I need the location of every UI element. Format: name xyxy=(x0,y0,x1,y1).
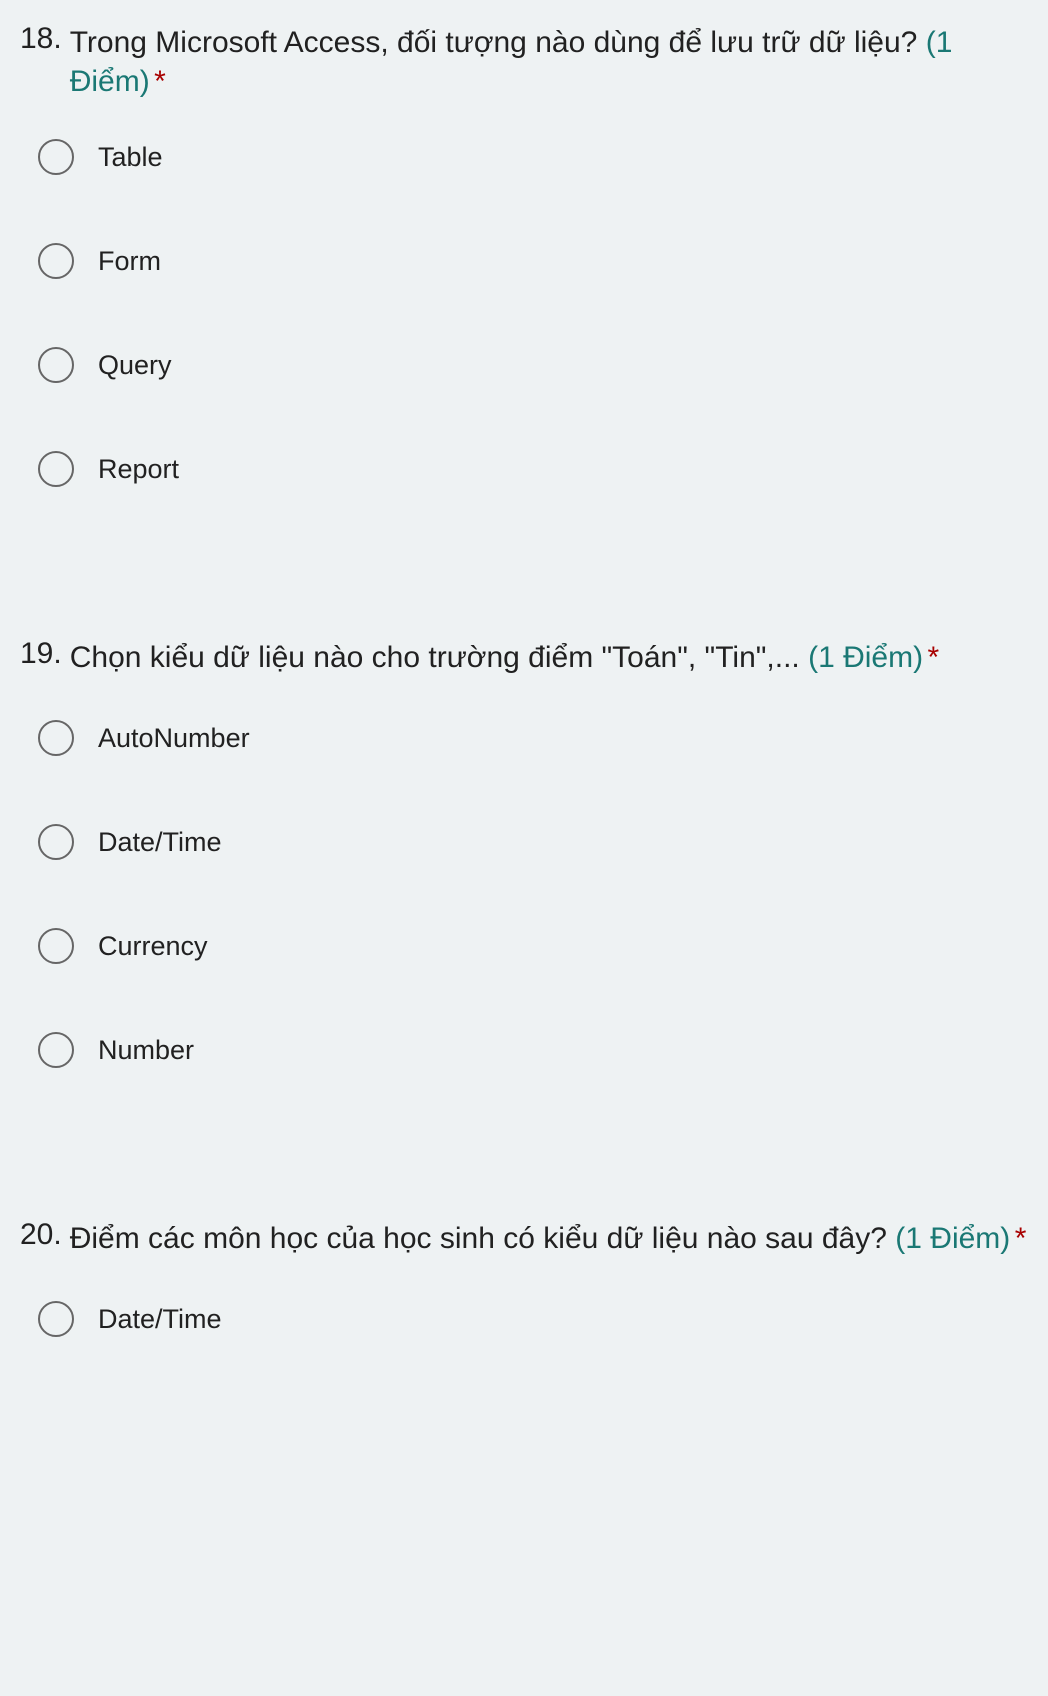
option-item[interactable]: AutoNumber xyxy=(38,720,1028,756)
required-marker: * xyxy=(154,65,166,98)
radio-button[interactable] xyxy=(38,347,74,383)
question-text-container: Trong Microsoft Access, đối tượng nào dù… xyxy=(70,20,1028,99)
option-item[interactable]: Report xyxy=(38,451,1028,487)
option-label: Form xyxy=(98,246,161,277)
points-text: (1 Điểm) xyxy=(895,1222,1010,1255)
radio-button[interactable] xyxy=(38,928,74,964)
radio-button[interactable] xyxy=(38,824,74,860)
radio-button[interactable] xyxy=(38,139,74,175)
question-text: Trong Microsoft Access, đối tượng nào dù… xyxy=(70,26,926,59)
option-label: Report xyxy=(98,454,179,485)
points-text: (1 Điểm) xyxy=(808,641,923,674)
question-number: 18. xyxy=(20,20,62,56)
option-label: Number xyxy=(98,1035,194,1066)
question-text-container: Chọn kiểu dữ liệu nào cho trường điểm "T… xyxy=(70,635,1028,680)
option-label: Currency xyxy=(98,931,208,962)
question-text-container: Điểm các môn học của học sinh có kiểu dữ… xyxy=(70,1216,1028,1261)
option-label: Table xyxy=(98,142,163,173)
option-item[interactable]: Number xyxy=(38,1032,1028,1068)
radio-button[interactable] xyxy=(38,1032,74,1068)
option-label: Query xyxy=(98,350,172,381)
required-marker: * xyxy=(1015,1222,1027,1255)
radio-button[interactable] xyxy=(38,451,74,487)
question-text: Điểm các môn học của học sinh có kiểu dữ… xyxy=(70,1222,896,1255)
question-18: 18. Trong Microsoft Access, đối tượng nà… xyxy=(0,0,1048,615)
option-item[interactable]: Table xyxy=(38,139,1028,175)
options-container: Date/Time xyxy=(20,1301,1028,1337)
option-label: AutoNumber xyxy=(98,723,250,754)
radio-button[interactable] xyxy=(38,1301,74,1337)
question-number: 19. xyxy=(20,635,62,671)
question-header: 20. Điểm các môn học của học sinh có kiể… xyxy=(20,1216,1028,1261)
radio-button[interactable] xyxy=(38,243,74,279)
question-text: Chọn kiểu dữ liệu nào cho trường điểm "T… xyxy=(70,641,808,674)
question-20: 20. Điểm các môn học của học sinh có kiể… xyxy=(0,1196,1048,1465)
option-item[interactable]: Date/Time xyxy=(38,824,1028,860)
question-header: 18. Trong Microsoft Access, đối tượng nà… xyxy=(20,20,1028,99)
options-container: AutoNumber Date/Time Currency Number xyxy=(20,720,1028,1068)
option-label: Date/Time xyxy=(98,827,222,858)
question-19: 19. Chọn kiểu dữ liệu nào cho trường điể… xyxy=(0,615,1048,1196)
radio-button[interactable] xyxy=(38,720,74,756)
required-marker: * xyxy=(928,641,940,674)
option-item[interactable]: Form xyxy=(38,243,1028,279)
option-item[interactable]: Query xyxy=(38,347,1028,383)
option-label: Date/Time xyxy=(98,1304,222,1335)
question-header: 19. Chọn kiểu dữ liệu nào cho trường điể… xyxy=(20,635,1028,680)
option-item[interactable]: Currency xyxy=(38,928,1028,964)
option-item[interactable]: Date/Time xyxy=(38,1301,1028,1337)
question-number: 20. xyxy=(20,1216,62,1252)
options-container: Table Form Query Report xyxy=(20,139,1028,487)
